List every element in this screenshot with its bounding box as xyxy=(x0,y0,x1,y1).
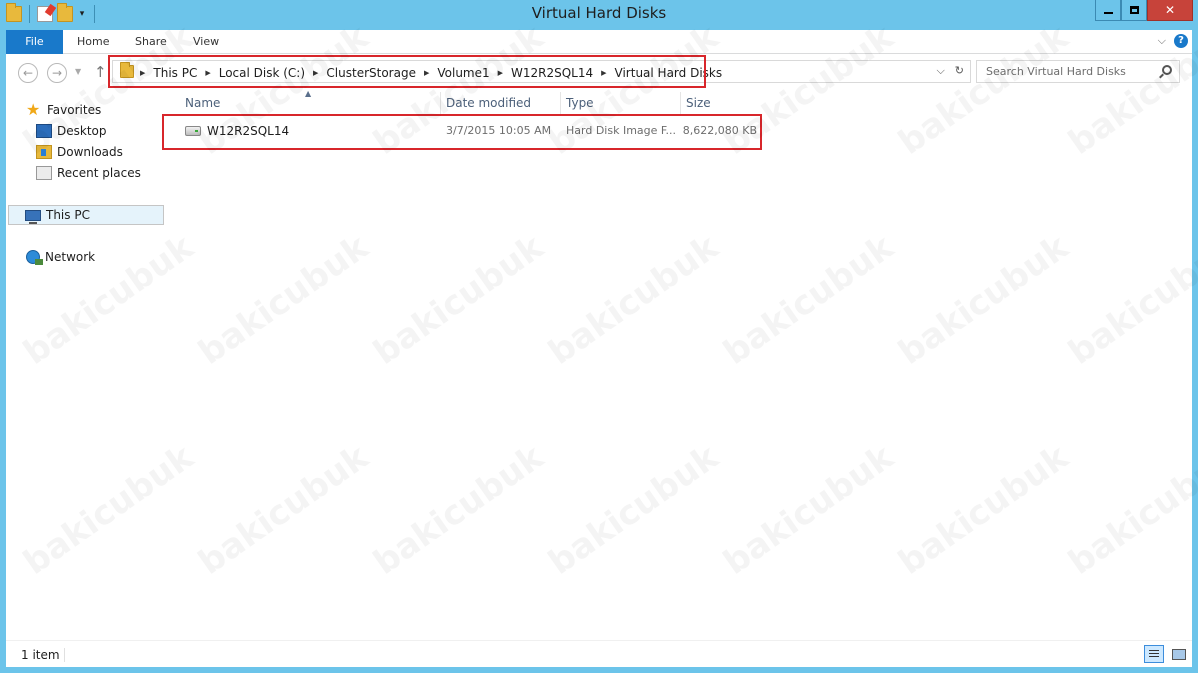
minimize-icon xyxy=(1103,12,1113,14)
close-button[interactable]: ✕ xyxy=(1147,0,1193,21)
up-button[interactable]: ↑ xyxy=(94,63,107,81)
refresh-icon[interactable]: ↻ xyxy=(955,64,964,78)
breadcrumb-clusterstorage[interactable]: ClusterStorage xyxy=(326,66,416,80)
maximize-icon xyxy=(1129,6,1139,14)
nav-item-label: Network xyxy=(45,250,96,264)
item-count: 1 item xyxy=(21,648,60,662)
window-title: Virtual Hard Disks xyxy=(531,4,667,22)
breadcrumb-w12r2sql14[interactable]: W12R2SQL14 xyxy=(511,66,593,80)
file-row[interactable]: W12R2SQL14 3/7/2015 10:05 AM Hard Disk I… xyxy=(167,120,767,142)
tab-file[interactable]: File xyxy=(6,30,63,54)
recent-locations-dropdown-icon[interactable]: ▼ xyxy=(75,67,81,76)
nav-item-label: This PC xyxy=(46,208,90,222)
search-input[interactable] xyxy=(977,61,1157,82)
ribbon-right-controls: ⌵ ? xyxy=(1158,34,1188,48)
address-bar-controls: ⌵ ↻ xyxy=(936,64,964,78)
folder-icon xyxy=(120,62,134,78)
breadcrumb-volume1[interactable]: Volume1 xyxy=(437,66,489,80)
breadcrumb-arrow-icon[interactable]: ▶ xyxy=(424,69,429,77)
file-name: W12R2SQL14 xyxy=(207,124,290,138)
hard-disk-icon xyxy=(185,126,201,136)
column-header-name[interactable]: Name xyxy=(167,92,441,114)
status-bar: 1 item xyxy=(6,640,1192,667)
breadcrumb-arrow-icon[interactable]: ▶ xyxy=(313,69,318,77)
nav-item-network[interactable]: Network xyxy=(26,247,184,267)
window-controls: ✕ xyxy=(1095,0,1193,21)
navigation-bar: ← → ▼ ↑ ▶ This PC ▶ Local Disk (C:) ▶ Cl… xyxy=(6,54,1192,92)
breadcrumb-arrow-icon[interactable]: ▶ xyxy=(140,69,145,77)
tab-home[interactable]: Home xyxy=(77,30,109,54)
file-name-cell: W12R2SQL14 xyxy=(185,120,435,142)
close-icon: ✕ xyxy=(1164,3,1176,17)
nav-item-label: Favorites xyxy=(47,103,102,117)
column-header-date-modified[interactable]: Date modified xyxy=(441,92,561,114)
nav-item-label: Recent places xyxy=(57,166,141,180)
search-icon[interactable] xyxy=(1162,65,1172,75)
forward-button[interactable]: → xyxy=(47,63,67,83)
file-size: 8,622,080 KB xyxy=(682,124,757,137)
nav-item-label: Downloads xyxy=(57,145,123,159)
ribbon-tabs: File Home Share View ⌵ ? xyxy=(6,30,1192,54)
file-type: Hard Disk Image F... xyxy=(566,124,676,137)
column-header-type[interactable]: Type xyxy=(561,92,681,114)
breadcrumb-arrow-icon[interactable]: ▶ xyxy=(498,69,503,77)
file-date: 3/7/2015 10:05 AM xyxy=(446,124,552,137)
breadcrumb: ▶ This PC ▶ Local Disk (C:) ▶ ClusterSto… xyxy=(140,61,722,84)
main-area: ★ Favorites Desktop Downloads Recent pla… xyxy=(6,89,1192,640)
details-view-icon[interactable] xyxy=(1144,645,1164,663)
status-separator xyxy=(64,648,65,662)
breadcrumb-local-disk[interactable]: Local Disk (C:) xyxy=(219,66,305,80)
address-bar[interactable]: ▶ This PC ▶ Local Disk (C:) ▶ ClusterSto… xyxy=(112,60,971,83)
navigation-pane: ★ Favorites Desktop Downloads Recent pla… xyxy=(6,92,166,640)
search-box xyxy=(976,60,1180,83)
file-list: ▲ Name Date modified Type Size W12R2SQL1… xyxy=(166,89,1192,640)
recent-places-icon xyxy=(36,166,52,180)
breadcrumb-arrow-icon[interactable]: ▶ xyxy=(601,69,606,77)
tab-view[interactable]: View xyxy=(193,30,219,54)
expand-ribbon-chevron-icon[interactable]: ⌵ xyxy=(1158,34,1166,48)
breadcrumb-this-pc[interactable]: This PC xyxy=(153,66,197,80)
network-icon xyxy=(26,250,43,265)
column-header-size[interactable]: Size xyxy=(681,92,761,114)
large-icons-view-icon[interactable] xyxy=(1169,645,1187,663)
tab-share[interactable]: Share xyxy=(135,30,167,54)
title-bar: ▾ Virtual Hard Disks ✕ xyxy=(0,0,1198,30)
address-history-chevron-icon[interactable]: ⌵ xyxy=(936,64,944,78)
window-frame xyxy=(0,667,1198,673)
back-button[interactable]: ← xyxy=(18,63,38,83)
breadcrumb-virtual-hard-disks[interactable]: Virtual Hard Disks xyxy=(615,66,723,80)
column-headers: ▲ Name Date modified Type Size xyxy=(167,89,767,114)
nav-item-label: Desktop xyxy=(57,124,107,138)
downloads-icon xyxy=(36,145,52,159)
maximize-button[interactable] xyxy=(1121,0,1147,21)
minimize-button[interactable] xyxy=(1095,0,1121,21)
computer-icon xyxy=(25,209,41,224)
nav-item-favorites[interactable]: ★ Favorites xyxy=(26,100,184,120)
star-icon: ★ xyxy=(26,100,41,119)
help-icon[interactable]: ? xyxy=(1174,34,1188,48)
nav-item-this-pc[interactable]: This PC xyxy=(8,205,164,225)
breadcrumb-arrow-icon[interactable]: ▶ xyxy=(205,69,210,77)
desktop-icon xyxy=(36,124,52,138)
